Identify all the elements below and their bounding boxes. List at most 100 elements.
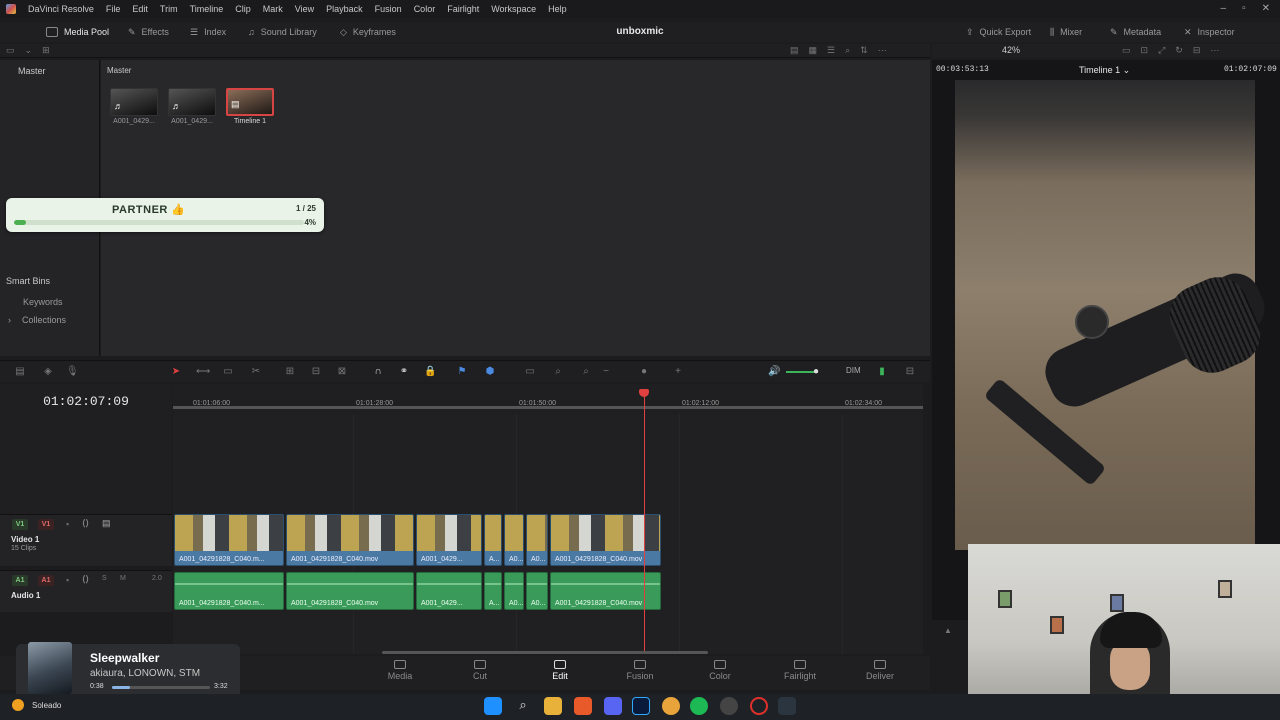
- brave-browser-icon[interactable]: [574, 697, 592, 715]
- timeline-video-clip[interactable]: A0...: [526, 514, 548, 566]
- davinci-resolve-taskbar-icon[interactable]: [778, 697, 796, 715]
- lock-icon[interactable]: ▪: [66, 575, 69, 585]
- custom-zoom-icon[interactable]: ⌕: [580, 366, 592, 378]
- bin-list-icon[interactable]: ⌄: [25, 45, 33, 56]
- track-enable-icon[interactable]: ▤: [102, 518, 111, 529]
- timeline-video-clip[interactable]: A001_04291828_C040.mov: [286, 514, 414, 566]
- sort-icon[interactable]: ⇅: [860, 45, 868, 56]
- track-source-badge[interactable]: V1: [12, 519, 28, 530]
- viewer-zoom[interactable]: 42%: [1002, 45, 1020, 55]
- timeline-video-clip[interactable]: A...: [484, 514, 502, 566]
- layout-icon[interactable]: ▤: [14, 366, 26, 378]
- timeline-video-clip[interactable]: A001_0429...: [416, 514, 482, 566]
- timeline-clip-thumbnail[interactable]: ▤ Timeline 1: [226, 88, 274, 125]
- media-clip[interactable]: ♬ A001_0429...: [110, 88, 158, 125]
- blade-tool-icon[interactable]: ✂: [250, 366, 262, 378]
- timeline-video-clip[interactable]: A0...: [504, 514, 524, 566]
- page-tab-color[interactable]: Color: [680, 660, 760, 681]
- viewer-lock-icon[interactable]: ▲: [944, 626, 952, 635]
- safe-area-icon[interactable]: ⊡: [1141, 45, 1149, 56]
- sound-library-button[interactable]: ♫ Sound Library: [248, 22, 317, 42]
- auto-select-icon[interactable]: ⟨⟩: [82, 518, 89, 529]
- menu-fairlight[interactable]: Fairlight: [441, 4, 485, 14]
- menu-view[interactable]: View: [289, 4, 320, 14]
- minimize-icon[interactable]: –: [1221, 3, 1227, 14]
- menu-timeline[interactable]: Timeline: [184, 4, 230, 14]
- timeline-audio-clip[interactable]: A0...: [526, 572, 548, 610]
- timeline-audio-clip[interactable]: A001_0429...: [416, 572, 482, 610]
- menu-trim[interactable]: Trim: [154, 4, 184, 14]
- playhead[interactable]: [644, 392, 645, 652]
- transform-icon[interactable]: ⤢: [1158, 45, 1165, 56]
- smart-bin-collections[interactable]: Collections: [22, 315, 66, 325]
- timeline-audio-clip[interactable]: A001_04291828_C040.mov: [286, 572, 414, 610]
- lock-icon[interactable]: 🔒: [424, 366, 436, 378]
- mic-icon[interactable]: 🎙: [66, 366, 79, 378]
- track-dest-badge[interactable]: V1: [38, 519, 54, 530]
- media-clip[interactable]: ♬ A001_0429...: [168, 88, 216, 125]
- page-tab-cut[interactable]: Cut: [440, 660, 520, 681]
- weather-widget[interactable]: Soleado: [12, 699, 61, 711]
- menu-workspace[interactable]: Workspace: [485, 4, 542, 14]
- timeline-ruler[interactable]: 01:01:06:00 01:01:28:00 01:01:50:00 01:0…: [173, 384, 923, 414]
- obs-icon[interactable]: [720, 697, 738, 715]
- full-zoom-icon[interactable]: ▭: [524, 366, 536, 378]
- inspector-button[interactable]: ✕ Inspector: [1184, 22, 1235, 42]
- master-bin[interactable]: Master: [18, 66, 46, 76]
- menu-color[interactable]: Color: [408, 4, 442, 14]
- opera-gx-icon[interactable]: [750, 697, 768, 715]
- close-icon[interactable]: ✕: [1262, 3, 1270, 14]
- audio-icon[interactable]: ◈: [42, 366, 54, 378]
- cinema-view-icon[interactable]: ⊟: [1193, 45, 1201, 56]
- zoom-slider-handle[interactable]: ●: [638, 366, 650, 378]
- menu-fusion[interactable]: Fusion: [369, 4, 408, 14]
- flag-icon[interactable]: ⚑: [456, 366, 468, 378]
- auto-select-icon[interactable]: ⟨⟩: [82, 574, 89, 585]
- selection-tool-icon[interactable]: ➤: [170, 366, 182, 378]
- menu-playback[interactable]: Playback: [320, 4, 369, 14]
- discord-icon[interactable]: [604, 697, 622, 715]
- menu-edit[interactable]: Edit: [126, 4, 154, 14]
- timeline-audio-clip[interactable]: A001_04291828_C040.m...: [174, 572, 284, 610]
- timeline-scrollbar[interactable]: [382, 651, 708, 654]
- quick-export-button[interactable]: ⇪ Quick Export: [966, 22, 1031, 42]
- zoom-in-icon[interactable]: +: [672, 366, 684, 378]
- dynamic-trim-icon[interactable]: ▭: [222, 366, 234, 378]
- timeline-options-icon[interactable]: ⊟: [904, 366, 916, 378]
- trim-tool-icon[interactable]: ⟷: [196, 366, 210, 378]
- timeline-video-clip[interactable]: A001_04291828_C040.m...: [174, 514, 284, 566]
- index-button[interactable]: ☰ Index: [190, 22, 226, 42]
- menu-clip[interactable]: Clip: [229, 4, 257, 14]
- metadata-button[interactable]: ✎ Metadata: [1110, 22, 1161, 42]
- menu-mark[interactable]: Mark: [257, 4, 289, 14]
- maximize-icon[interactable]: ▫: [1242, 3, 1246, 14]
- windows-start-icon[interactable]: [484, 697, 502, 715]
- search-icon[interactable]: ⌕: [514, 697, 532, 715]
- dim-button[interactable]: DIM: [846, 366, 861, 375]
- photoshop-icon[interactable]: [632, 697, 650, 715]
- marker-icon[interactable]: ⬢: [484, 366, 496, 378]
- timeline-audio-clip[interactable]: A0...: [504, 572, 524, 610]
- replace-clip-icon[interactable]: ⊠: [336, 366, 348, 378]
- snapping-icon[interactable]: ∩: [372, 366, 384, 378]
- page-tab-media[interactable]: Media: [360, 660, 440, 681]
- page-tab-fairlight[interactable]: Fairlight: [760, 660, 840, 681]
- zoom-out-icon[interactable]: −: [600, 366, 612, 378]
- file-explorer-icon[interactable]: [544, 697, 562, 715]
- page-tab-fusion[interactable]: Fusion: [600, 660, 680, 681]
- loop-icon[interactable]: ↻: [1175, 45, 1183, 56]
- linked-selection-icon[interactable]: ⚭: [398, 366, 410, 378]
- page-tab-edit[interactable]: Edit: [520, 660, 600, 681]
- track-source-badge[interactable]: A1: [12, 575, 28, 586]
- effects-button[interactable]: ✎ Effects: [128, 22, 169, 42]
- lock-icon[interactable]: ▪: [66, 519, 69, 529]
- overwrite-clip-icon[interactable]: ⊟: [310, 366, 322, 378]
- page-tab-deliver[interactable]: Deliver: [840, 660, 920, 681]
- viewer-mode-icon[interactable]: ▭: [1122, 45, 1131, 56]
- chevron-right-icon[interactable]: ›: [8, 315, 11, 325]
- media-pool-button[interactable]: Media Pool: [46, 22, 109, 42]
- timeline-timecode[interactable]: 01:02:07:09: [0, 394, 172, 409]
- thumbnail-view-icon[interactable]: ▦: [809, 45, 818, 56]
- volume-slider-handle[interactable]: ●: [810, 366, 822, 378]
- panel-toggle-icon[interactable]: ▭: [6, 45, 15, 56]
